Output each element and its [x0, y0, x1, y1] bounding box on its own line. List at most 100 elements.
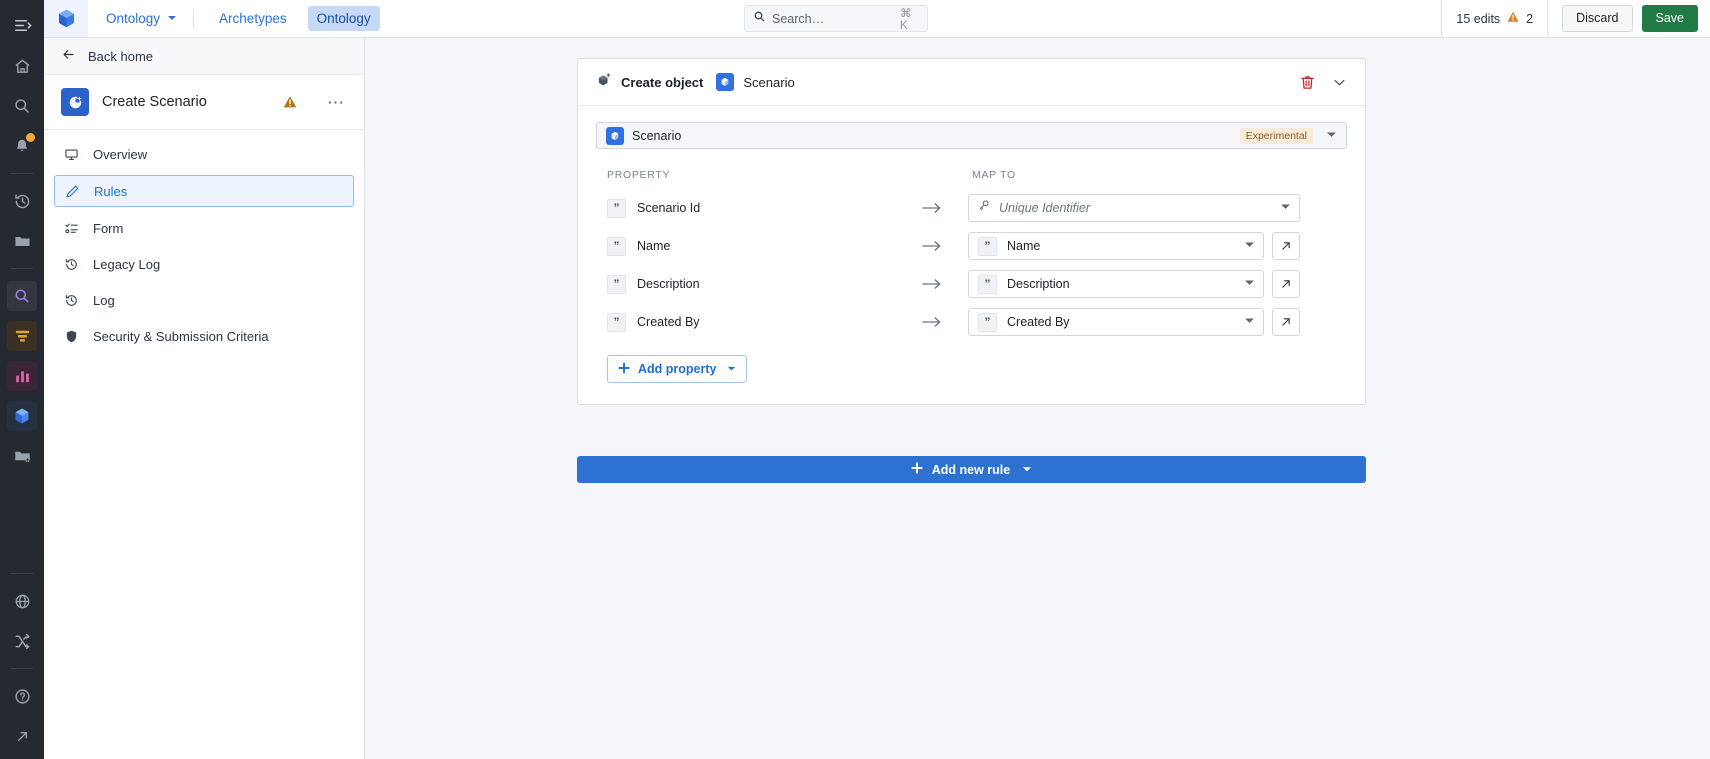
property-label: Created By: [637, 315, 700, 329]
sidebar-item-rules[interactable]: Rules: [54, 175, 354, 207]
sidebar-item-form[interactable]: Form: [54, 213, 354, 243]
app-root: Ontology Archetypes Ontology ⌘ K: [0, 0, 1710, 759]
notification-badge: [26, 133, 35, 142]
search-input[interactable]: [772, 11, 901, 26]
starred-folder-icon[interactable]: [7, 441, 37, 471]
save-button[interactable]: Save: [1641, 4, 1698, 33]
chevron-down-icon[interactable]: [1241, 275, 1258, 293]
object-type-value: Scenario: [632, 128, 682, 143]
avatar: [61, 88, 89, 116]
sidebar-item-legacy-log[interactable]: Legacy Log: [54, 249, 354, 279]
edits-status[interactable]: 15 edits 2: [1441, 0, 1547, 38]
search-icon[interactable]: [7, 91, 37, 121]
object-type-icon: [606, 126, 624, 145]
property-mapping-row: ” Scenario Id Unique Identifier: [596, 189, 1347, 227]
object-type-icon: [716, 73, 735, 91]
map-to-field[interactable]: ” Name: [968, 232, 1264, 260]
product-menu[interactable]: Ontology: [106, 11, 177, 26]
sidebar-item-security-submission-criteria[interactable]: Security & Submission Criteria: [54, 321, 354, 351]
plus-icon: [911, 462, 923, 477]
column-headers: PROPERTY MAP TO: [596, 169, 1347, 181]
help-icon[interactable]: [7, 681, 37, 711]
quiver-search-icon[interactable]: [7, 281, 37, 311]
collapse-rule-chevron-icon[interactable]: [1332, 75, 1347, 90]
sidebar-item-log[interactable]: Log: [54, 285, 354, 315]
chevron-down-icon[interactable]: [1277, 199, 1294, 217]
pencil-icon: [64, 184, 81, 199]
home-icon[interactable]: [7, 51, 37, 81]
history-icon[interactable]: [7, 186, 37, 216]
shield-icon: [63, 329, 80, 344]
chevron-down-icon[interactable]: [1241, 313, 1258, 331]
chevron-down-icon: [167, 11, 177, 26]
status-badge: Experimental: [1239, 127, 1313, 144]
string-type-icon: ”: [978, 312, 997, 332]
rail-divider-4: [11, 668, 33, 669]
property-label: Name: [637, 239, 671, 253]
map-to-value: Created By: [1007, 315, 1070, 329]
charts-icon[interactable]: [7, 361, 37, 391]
open-external-link-button[interactable]: [1272, 232, 1300, 260]
open-external-link-button[interactable]: [1272, 270, 1300, 298]
column-header-property: PROPERTY: [607, 169, 671, 181]
top-bar: Ontology Archetypes Ontology ⌘ K: [44, 0, 1710, 38]
map-to-field[interactable]: ” Description: [968, 270, 1264, 298]
plus-icon: [618, 361, 630, 377]
chevron-down-icon[interactable]: [727, 362, 736, 376]
chevron-down-icon[interactable]: [1022, 463, 1032, 477]
add-new-rule-label: Add new rule: [931, 462, 1011, 477]
warning-count: 2: [1526, 11, 1534, 26]
sidebar-item-label: Log: [93, 292, 115, 308]
string-type-icon: ”: [607, 274, 626, 294]
sidebar-item-label: Overview: [93, 146, 148, 162]
edits-label: 15 edits: [1456, 11, 1501, 26]
open-external-link-button[interactable]: [1272, 308, 1300, 336]
product-menu-label: Ontology: [106, 11, 161, 26]
rule-card: Create object Scenario Scenario Experime…: [577, 58, 1366, 405]
main-canvas: Create object Scenario Scenario Experime…: [365, 38, 1710, 759]
delete-rule-icon[interactable]: [1299, 74, 1316, 91]
map-to-field[interactable]: Unique Identifier: [968, 194, 1300, 222]
app-logo-icon[interactable]: [44, 0, 88, 37]
sidebar-item-label: Form: [93, 220, 124, 236]
notifications-icon[interactable]: [7, 131, 37, 161]
pipeline-icon[interactable]: [7, 321, 37, 351]
map-to-value: Name: [1007, 239, 1041, 253]
tab-archetypes[interactable]: Archetypes: [210, 6, 296, 31]
string-type-icon: ”: [607, 312, 626, 332]
folder-icon[interactable]: [7, 226, 37, 256]
sidebar-item-overview[interactable]: Overview: [54, 139, 354, 169]
warning-icon[interactable]: [282, 94, 298, 110]
object-type-select[interactable]: Scenario Experimental: [596, 122, 1347, 149]
add-new-rule-button[interactable]: Add new rule: [577, 456, 1366, 483]
search-box[interactable]: ⌘ K: [744, 5, 928, 32]
add-property-button[interactable]: Add property: [607, 355, 748, 383]
expand-icon[interactable]: [7, 721, 37, 751]
page-title: Create Scenario: [102, 94, 207, 110]
property-cell[interactable]: ” Scenario Id: [596, 198, 896, 218]
more-options-icon[interactable]: ⋯: [325, 94, 347, 111]
map-to-placeholder: Unique Identifier: [999, 201, 1091, 215]
right-column: Ontology Archetypes Ontology ⌘ K: [44, 0, 1710, 759]
map-to-value: Description: [1007, 277, 1070, 291]
back-home-button[interactable]: Back home: [44, 38, 364, 75]
globe-icon[interactable]: [7, 586, 37, 616]
rail-divider-2: [11, 268, 33, 269]
tab-ontology[interactable]: Ontology: [307, 6, 380, 31]
sidebar-toggle-icon[interactable]: [0, 4, 44, 46]
ontology-icon[interactable]: [7, 401, 37, 431]
map-to-field[interactable]: ” Created By: [968, 308, 1264, 336]
chevron-down-icon[interactable]: [1326, 127, 1337, 145]
property-mapping-row: ” Name ” Name: [596, 227, 1347, 265]
chevron-down-icon[interactable]: [1241, 237, 1258, 255]
history-icon: [63, 257, 80, 272]
discard-button[interactable]: Discard: [1562, 4, 1633, 33]
property-cell[interactable]: ” Description: [596, 274, 896, 294]
property-cell[interactable]: ” Created By: [596, 312, 896, 332]
property-mapping-row: ” Description ” Description: [596, 265, 1347, 303]
rule-header-actions: [1299, 74, 1351, 91]
property-label: Description: [637, 277, 700, 291]
key-icon: [978, 199, 991, 217]
property-cell[interactable]: ” Name: [596, 236, 896, 256]
shuffle-icon[interactable]: [7, 626, 37, 656]
